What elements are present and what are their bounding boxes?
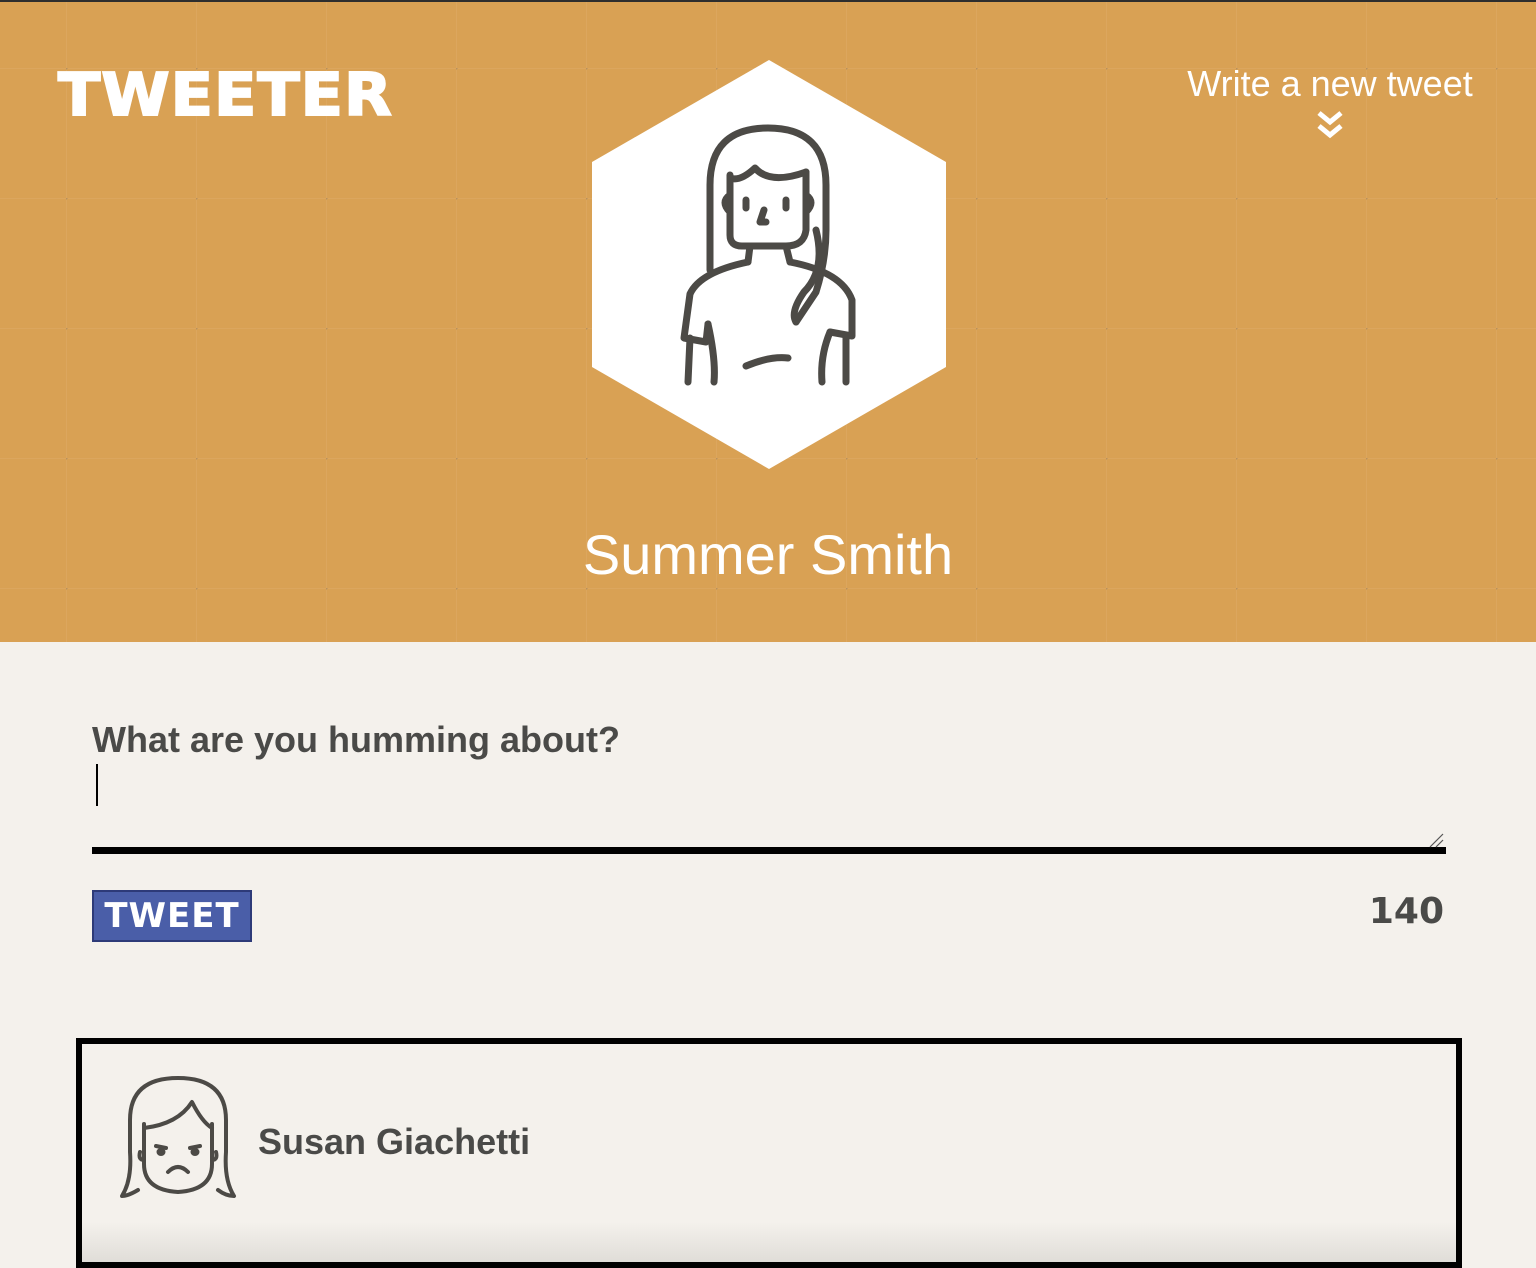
tweet-textarea[interactable] <box>92 768 1446 854</box>
tweet-author-name[interactable]: Susan Giachetti <box>258 1120 530 1164</box>
profile-header: TWEETER Write a new tweet Summer Smith <box>0 0 1536 642</box>
write-new-tweet-link[interactable]: Write a new tweet <box>1180 62 1480 140</box>
scroll-fade <box>82 1222 1456 1262</box>
tweet-submit-button[interactable]: TWEET <box>92 890 252 942</box>
profile-name: Summer Smith <box>582 523 954 586</box>
composer-label: What are you humming about? <box>92 719 620 760</box>
tweet-card: Susan Giachetti <box>76 1038 1462 1268</box>
app-logo[interactable]: TWEETER <box>57 64 393 125</box>
write-new-tweet-label: Write a new tweet <box>1187 63 1473 104</box>
character-counter: 140 <box>1368 891 1444 932</box>
text-caret <box>96 764 98 806</box>
sad-girl-avatar-icon <box>120 1076 236 1198</box>
double-chevron-down-icon <box>1317 111 1343 139</box>
profile-avatar <box>592 60 946 469</box>
tweet-composer: What are you humming about? <box>92 712 1446 854</box>
resize-grip-icon[interactable] <box>1428 832 1444 848</box>
